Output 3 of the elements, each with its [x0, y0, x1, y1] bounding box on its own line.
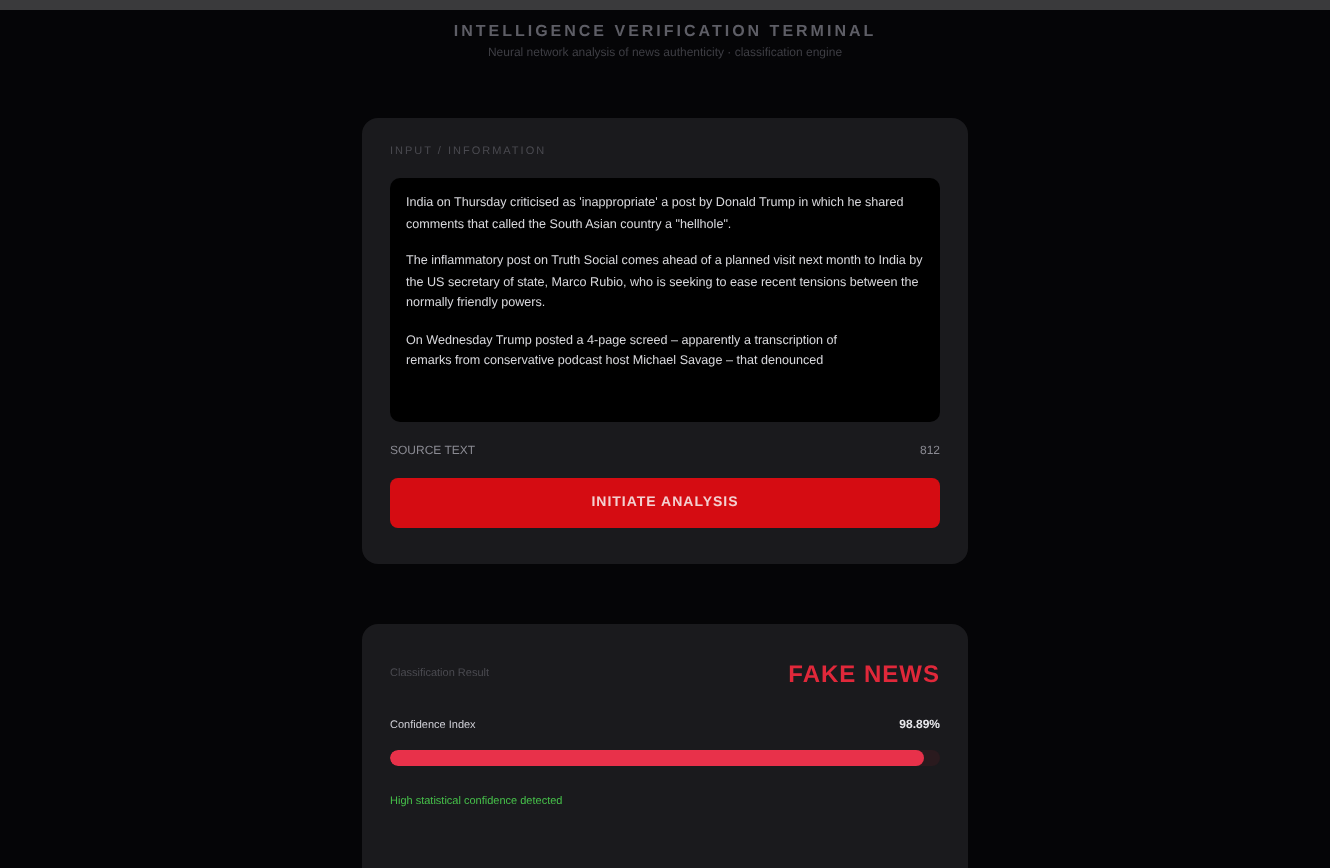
article-text-field[interactable]: [390, 178, 940, 422]
verdict-text: FAKE NEWS: [788, 660, 940, 688]
app-title: INTELLIGENCE VERIFICATION TERMINAL: [453, 22, 877, 40]
